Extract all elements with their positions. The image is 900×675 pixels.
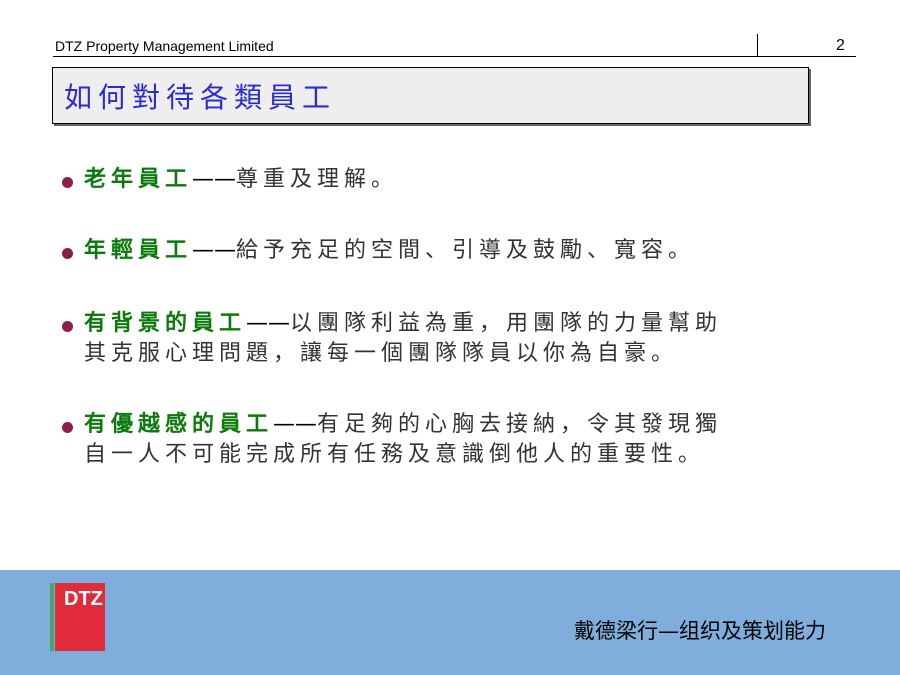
- page-number: 2: [836, 37, 845, 54]
- slide-title-box: 如何對待各類員工: [52, 67, 809, 124]
- em-dash: ——: [246, 311, 291, 336]
- footer-band: DTZ 戴德梁行—组织及策划能力: [0, 570, 900, 675]
- bullet-keyword: 有背景的員工: [84, 311, 247, 336]
- bullet-item-young: 年輕員工——給予充足的空間、引導及鼓勵、寬容。: [62, 236, 852, 266]
- slide-title: 如何對待各類員工: [64, 81, 337, 114]
- bullet-keyword: 老年員工: [84, 167, 193, 192]
- bullet-text-continued: 自一人不可能完成所有任務及意識倒他人的重要性。: [84, 442, 706, 467]
- bullet-item-elder: 老年員工——尊重及理解。: [62, 165, 852, 195]
- bullet-keyword: 有優越感的員工: [84, 412, 274, 437]
- em-dash: ——: [192, 167, 237, 192]
- footer-tagline: 戴德梁行—组织及策划能力: [574, 619, 826, 643]
- company-name: DTZ Property Management Limited: [55, 38, 274, 54]
- bullet-dot-icon: [62, 422, 73, 433]
- bullet-keyword: 年輕員工: [84, 238, 193, 263]
- logo-stripe: [50, 583, 54, 651]
- bullet-text: 尊重及理解。: [236, 167, 399, 192]
- header-rule: [53, 56, 856, 57]
- bullet-text: 給予充足的空間、引導及鼓勵、寬容。: [236, 238, 696, 263]
- bullet-dot-icon: [62, 321, 73, 332]
- bullet-item-background: 有背景的員工——以團隊利益為重，用團隊的力量幫助 其克服心理問題，讓每一個團隊隊…: [62, 309, 852, 369]
- bullet-text-continued: 其克服心理問題，讓每一個團隊隊員以你為自豪。: [84, 341, 679, 366]
- bullet-dot-icon: [62, 248, 73, 259]
- bullet-text: 以團隊利益為重，用團隊的力量幫助: [290, 311, 723, 336]
- header-divider: [757, 34, 758, 56]
- bullet-dot-icon: [62, 177, 73, 188]
- bullet-item-superior: 有優越感的員工——有足夠的心胸去接納，令其發現獨 自一人不可能完成所有任務及意識…: [62, 410, 852, 470]
- dtz-logo: DTZ: [55, 583, 105, 651]
- em-dash: ——: [192, 238, 237, 263]
- logo-text: DTZ: [64, 588, 103, 610]
- bullet-text: 有足夠的心胸去接納，令其發現獨: [317, 412, 723, 437]
- em-dash: ——: [273, 412, 318, 437]
